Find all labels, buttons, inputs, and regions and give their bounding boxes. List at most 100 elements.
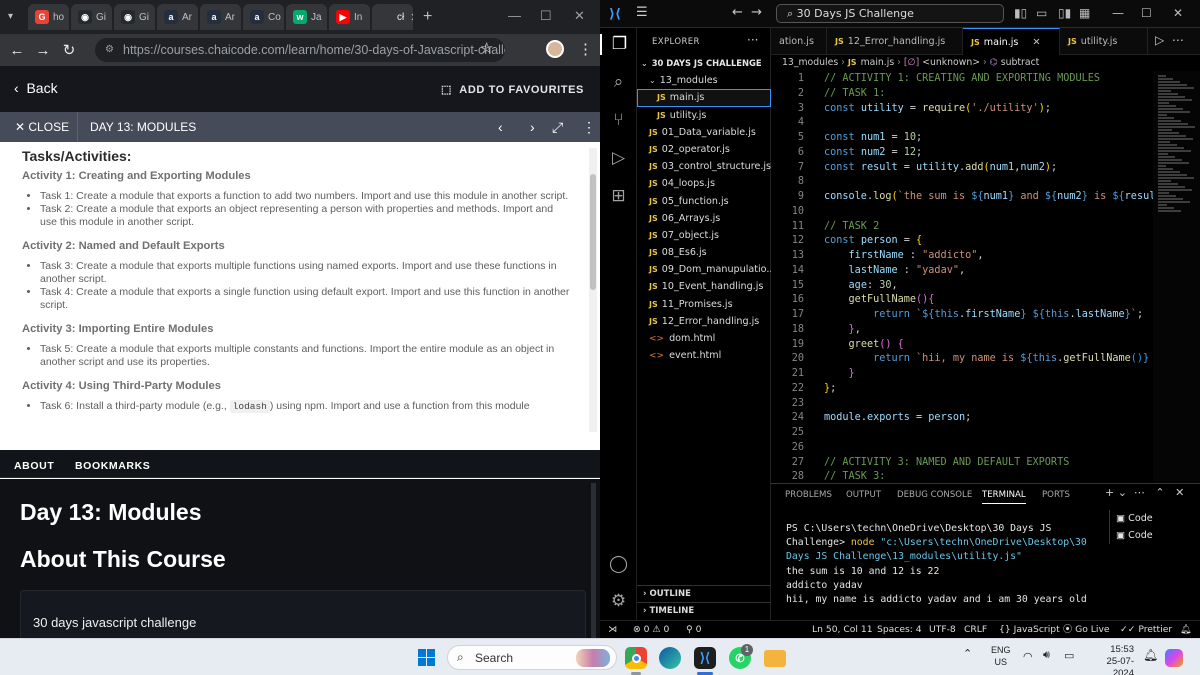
bookmark-star-icon[interactable]: ☆ (480, 39, 493, 57)
back-button[interactable]: ‹ Back (14, 80, 58, 96)
wifi-icon[interactable]: ◠ (1023, 650, 1033, 663)
browser-menu-icon[interactable]: ⋮ (578, 40, 593, 58)
breadcrumb-file[interactable]: main.js (861, 57, 895, 68)
tree-file[interactable]: JS 01_Data_variable.js (637, 124, 771, 141)
minimize-icon[interactable]: — (1112, 6, 1124, 20)
close-lesson-button[interactable]: ✕ CLOSE (0, 112, 78, 142)
run-debug-icon[interactable]: ▷ (608, 148, 629, 169)
go-live-button[interactable]: ⦿ Go Live (1063, 621, 1110, 638)
start-windows-icon[interactable] (418, 649, 435, 666)
explorer-icon[interactable]: ❐ (600, 34, 637, 55)
minimize-icon[interactable]: — (508, 8, 521, 23)
tab-about[interactable]: ABOUT (14, 460, 54, 472)
tree-file[interactable]: JS 04_loops.js (637, 175, 771, 192)
outline-section[interactable]: › OUTLINE (637, 585, 771, 602)
settings-gear-icon[interactable]: ⚙ (608, 591, 629, 612)
workspace-root[interactable]: ⌄ 30 DAYS JS CHALLENGE (637, 55, 771, 72)
tab-search-icon[interactable]: ▾ (8, 11, 13, 22)
terminal-instance[interactable]: ▣ Code (1110, 510, 1200, 527)
editor-tab[interactable]: JS main.js ✕ (963, 28, 1060, 55)
extensions-icon[interactable]: ⊞ (608, 186, 629, 207)
tree-file[interactable]: JS 08_Es6.js (637, 244, 771, 261)
encoding[interactable]: UTF-8 (929, 621, 956, 638)
editor-tab[interactable]: JS 12_Error_handling.js (827, 28, 963, 55)
browser-tab[interactable]: ◉ Gi (114, 4, 155, 30)
taskbar-search[interactable]: ⌕ Search (447, 645, 617, 670)
close-icon[interactable]: ✕ (1173, 6, 1183, 20)
language-mode[interactable]: {} JavaScript (999, 621, 1060, 638)
show-hidden-icons[interactable]: ⌃ (963, 647, 972, 660)
menu-icon[interactable]: ☰ (636, 5, 648, 20)
remote-icon[interactable]: ⋊ (608, 621, 617, 638)
close-tab-icon[interactable]: ✕ (410, 11, 413, 24)
tree-file[interactable]: JS utility.js (637, 107, 771, 124)
site-info-icon[interactable]: ⚙ (105, 38, 114, 62)
panel-tab[interactable]: TERMINAL (982, 490, 1026, 504)
tab-bookmarks[interactable]: BOOKMARKS (75, 460, 150, 472)
browser-tab[interactable]: cł ✕ (372, 4, 413, 30)
browser-tab[interactable]: w Ja (286, 4, 327, 30)
timeline-section[interactable]: › TIMELINE (637, 602, 771, 619)
toggle-sidebar-icon[interactable]: ▮▯ (1014, 6, 1027, 20)
search-icon[interactable]: ⌕ (608, 72, 629, 93)
maximize-icon[interactable]: ☐ (1141, 6, 1152, 20)
browser-tab[interactable]: Gho (28, 4, 69, 30)
panel-tab[interactable]: PORTS (1042, 490, 1070, 500)
toggle-secondary-sidebar-icon[interactable]: ▯▮ (1058, 6, 1071, 20)
customize-layout-icon[interactable]: ▦ (1079, 6, 1090, 20)
terminal-instance[interactable]: ▣ Code (1110, 527, 1200, 544)
ports-status[interactable]: ⚲ 0 (686, 621, 702, 638)
maximize-icon[interactable]: ☐ (540, 8, 552, 24)
problems-status[interactable]: ⊗ 0 ⚠ 0 (633, 621, 669, 638)
editor-tab[interactable]: ation.js (771, 28, 827, 55)
minimap[interactable] (1153, 71, 1200, 483)
breadcrumb-folder[interactable]: 13_modules (782, 57, 838, 68)
breadcrumb-scope[interactable]: <unknown> (922, 57, 980, 68)
about-scrollbar[interactable] (591, 483, 596, 638)
cursor-position[interactable]: Ln 50, Col 11 (812, 621, 873, 638)
tree-folder[interactable]: ⌄ 13_modules (637, 72, 771, 89)
tree-file[interactable]: JS 07_object.js (637, 227, 771, 244)
source-control-icon[interactable]: ⑂ (608, 110, 629, 131)
prettier-status[interactable]: ✓✓ Prettier (1120, 621, 1172, 638)
new-tab-button[interactable]: + (423, 8, 432, 26)
toggle-panel-icon[interactable]: ▭ (1036, 6, 1047, 20)
browser-tab[interactable]: ▶ In (329, 4, 370, 30)
browser-tab[interactable]: a Co (243, 4, 284, 30)
battery-icon[interactable]: ▭ (1064, 649, 1074, 662)
back-arrow-icon[interactable]: ← (4, 42, 30, 59)
vscode-taskbar-icon[interactable]: ⟩⟨ (694, 647, 716, 669)
panel-tab[interactable]: DEBUG CONSOLE (897, 490, 972, 500)
panel-tab[interactable]: OUTPUT (846, 490, 881, 500)
notifications-icon[interactable]: 🔔︎ (1180, 621, 1192, 638)
tree-file[interactable]: <> event.html (637, 347, 771, 364)
code-editor[interactable]: 1 // ACTIVITY 1: CREATING AND EXPORTING M… (771, 71, 1200, 483)
terminal-output[interactable]: PS C:\Users\techn\OneDrive\Desktop\30 Da… (786, 522, 1102, 607)
chrome-taskbar-icon[interactable] (625, 647, 647, 669)
previous-lesson-icon[interactable]: ‹ (498, 119, 503, 135)
tree-file[interactable]: JS 06_Arrays.js (637, 210, 771, 227)
url-field[interactable]: ⚙ https://courses.chaicode.com/learn/hom… (95, 38, 505, 62)
command-center[interactable]: ⌕ 30 Days JS Challenge (776, 4, 1004, 23)
next-lesson-icon[interactable]: › (530, 119, 535, 135)
tree-file[interactable]: JS 11_Promises.js (637, 296, 771, 313)
tree-file[interactable]: JS 10_Event_handling.js (637, 278, 771, 295)
tree-file[interactable]: JS 12_Error_handling.js (637, 313, 771, 330)
run-icon[interactable]: ▷ ⋯ (1155, 33, 1184, 47)
copilot-icon[interactable] (1165, 649, 1183, 667)
tree-file[interactable]: <> dom.html (637, 330, 771, 347)
expand-icon[interactable]: ⤢ (552, 119, 563, 136)
close-icon[interactable]: ✕ (574, 8, 585, 24)
content-scrollbar[interactable] (589, 148, 597, 432)
volume-icon[interactable]: 🔊︎ (1043, 649, 1050, 662)
history-nav-icons[interactable]: ← → (732, 5, 762, 20)
explorer-more-icon[interactable]: ··· (747, 33, 758, 47)
add-to-favourites-button[interactable]: ⬚ ADD TO FAVOURITES (441, 83, 584, 96)
tree-file[interactable]: JS 09_Dom_manupulatio... (637, 261, 771, 278)
browser-tab[interactable]: a Ar (200, 4, 241, 30)
file-explorer-taskbar-icon[interactable] (764, 650, 786, 667)
breadcrumb-symbol[interactable]: subtract (1001, 57, 1040, 68)
scrollbar-thumb[interactable] (590, 174, 596, 290)
panel-tab[interactable]: PROBLEMS (785, 490, 832, 500)
panel-controls[interactable]: + ⌄ ⋯ ⌃ ✕ (1105, 486, 1184, 499)
